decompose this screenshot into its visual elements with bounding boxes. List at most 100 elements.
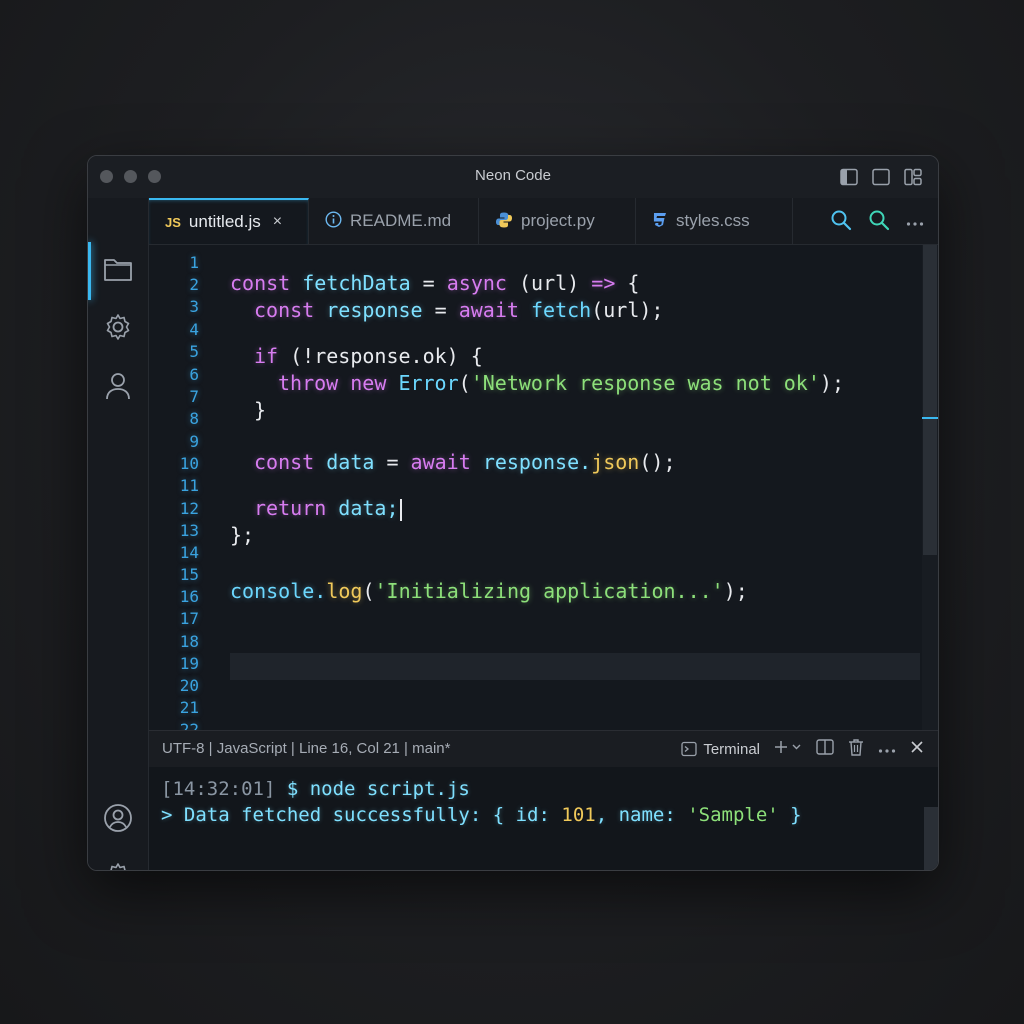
line-number: 14 xyxy=(179,543,199,562)
trash-icon[interactable] xyxy=(848,738,864,760)
python-icon xyxy=(495,211,513,232)
output-string: 'Sample' xyxy=(687,804,779,826)
settings-icon[interactable] xyxy=(102,860,134,870)
close-icon[interactable]: × xyxy=(273,213,282,231)
line-number: 18 xyxy=(179,632,199,651)
status-bar: UTF-8 | JavaScript | Line 16, Col 21 | m… xyxy=(149,730,938,768)
code-line-3: const response = await fetch(url); xyxy=(254,298,663,322)
line-number: 5 xyxy=(189,342,199,361)
tab-untitled-js[interactable]: JS untitled.js × xyxy=(149,198,309,244)
line-number: 8 xyxy=(189,409,199,428)
line-number: 6 xyxy=(189,365,199,384)
code-line-2: const fetchData = async (url) => { xyxy=(230,271,639,295)
token: json xyxy=(591,450,640,474)
output-text: > Data fetched successfully: { id: xyxy=(161,804,562,826)
tab-project-py[interactable]: project.py xyxy=(479,198,636,244)
terminal-scrollbar[interactable] xyxy=(924,807,938,870)
token: data; xyxy=(326,496,399,520)
layout-controls xyxy=(840,168,922,186)
line-number: 1 xyxy=(189,253,199,272)
line-number: 22 xyxy=(179,720,199,730)
add-terminal-icon[interactable] xyxy=(774,740,802,758)
text-cursor xyxy=(399,498,402,521)
token: throw xyxy=(278,371,339,395)
line-number: 4 xyxy=(189,320,199,339)
token: (); xyxy=(639,450,676,474)
customize-layout-icon[interactable] xyxy=(904,168,922,186)
tab-label: styles.css xyxy=(676,211,750,230)
terminal-line: > Data fetched successfully: { id: 101, … xyxy=(161,804,802,826)
token: response. xyxy=(482,450,592,474)
line-number: 20 xyxy=(179,676,199,695)
terminal-panel[interactable]: [14:32:01] $ node script.js > Data fetch… xyxy=(149,767,938,870)
tab-label: README.md xyxy=(350,211,452,230)
code-line-10: const data = await response.json(); xyxy=(254,450,675,474)
code-line-12: return data; xyxy=(254,496,402,521)
tab-label: project.py xyxy=(521,211,595,230)
line-number: 9 xyxy=(189,432,199,451)
activity-bar xyxy=(88,198,149,870)
timestamp: [14:32:01] xyxy=(161,778,276,800)
accounts-icon[interactable] xyxy=(102,802,134,834)
code-editor[interactable]: 1 2 3 4 5 6 7 8 9 10 11 12 13 14 15 16 1… xyxy=(149,245,938,730)
tab-readme-md[interactable]: README.md xyxy=(309,198,479,244)
line-number: 10 xyxy=(179,454,199,473)
token: log xyxy=(326,579,363,603)
terminal-line: [14:32:01] $ node script.js xyxy=(161,778,470,800)
token: fetchData xyxy=(290,271,423,295)
search-icon[interactable] xyxy=(830,209,852,236)
terminal-toolbar: Terminal xyxy=(681,738,924,760)
code-line-13: }; xyxy=(230,523,254,547)
explorer-icon[interactable] xyxy=(102,253,134,285)
code-line-5: if (!response.ok) { xyxy=(254,344,483,368)
line-number: 15 xyxy=(179,565,199,584)
more-actions-icon[interactable] xyxy=(906,214,924,232)
editor-scrollbar[interactable] xyxy=(922,245,938,730)
token: } xyxy=(254,398,267,422)
scrollbar-thumb[interactable] xyxy=(923,245,937,555)
info-icon xyxy=(325,211,342,231)
line-number: 21 xyxy=(179,698,199,717)
line-number: 17 xyxy=(179,609,199,628)
active-indicator xyxy=(88,242,91,300)
find-icon[interactable] xyxy=(868,209,890,236)
line-number: 19 xyxy=(179,654,199,673)
token: await xyxy=(446,298,531,322)
editor-window: Neon Code JS untitled.js × README.md pro… xyxy=(87,155,939,871)
token: new xyxy=(338,371,399,395)
token: 'Network response was not ok' xyxy=(470,371,820,395)
javascript-icon: JS xyxy=(165,214,181,230)
token: console. xyxy=(230,579,327,603)
token: return xyxy=(254,496,327,520)
editor-actions xyxy=(830,209,924,236)
token: => xyxy=(579,271,628,295)
line-number: 2 xyxy=(189,275,199,294)
token: fetch xyxy=(530,298,592,322)
token: = xyxy=(386,450,399,474)
toggle-sidebar-icon[interactable] xyxy=(840,168,858,186)
token: = xyxy=(422,271,435,295)
token: }; xyxy=(230,523,255,547)
code-line-6: throw new Error('Network response was no… xyxy=(278,371,844,395)
tab-bar: JS untitled.js × README.md project.py st… xyxy=(149,198,938,245)
split-terminal-icon[interactable] xyxy=(816,739,834,759)
line-number: 12 xyxy=(179,499,199,518)
token: (url); xyxy=(591,298,664,322)
account-icon[interactable] xyxy=(102,370,134,402)
token: ); xyxy=(723,579,748,603)
token: const xyxy=(254,298,315,322)
token: { xyxy=(627,271,640,295)
more-icon[interactable] xyxy=(878,741,896,758)
toggle-panel-icon[interactable] xyxy=(872,168,890,186)
line-number: 3 xyxy=(189,297,199,316)
token: ); xyxy=(819,371,844,395)
command: $ node script.js xyxy=(275,778,470,800)
close-panel-icon[interactable] xyxy=(910,740,924,758)
tab-styles-css[interactable]: styles.css xyxy=(636,198,793,244)
line-number: 13 xyxy=(179,521,199,540)
gear-icon[interactable] xyxy=(102,311,134,343)
tab-label: untitled.js xyxy=(188,212,261,231)
terminal-tab[interactable]: Terminal xyxy=(681,741,760,758)
output-text: } xyxy=(778,804,802,826)
output-text: , name: xyxy=(595,804,688,826)
